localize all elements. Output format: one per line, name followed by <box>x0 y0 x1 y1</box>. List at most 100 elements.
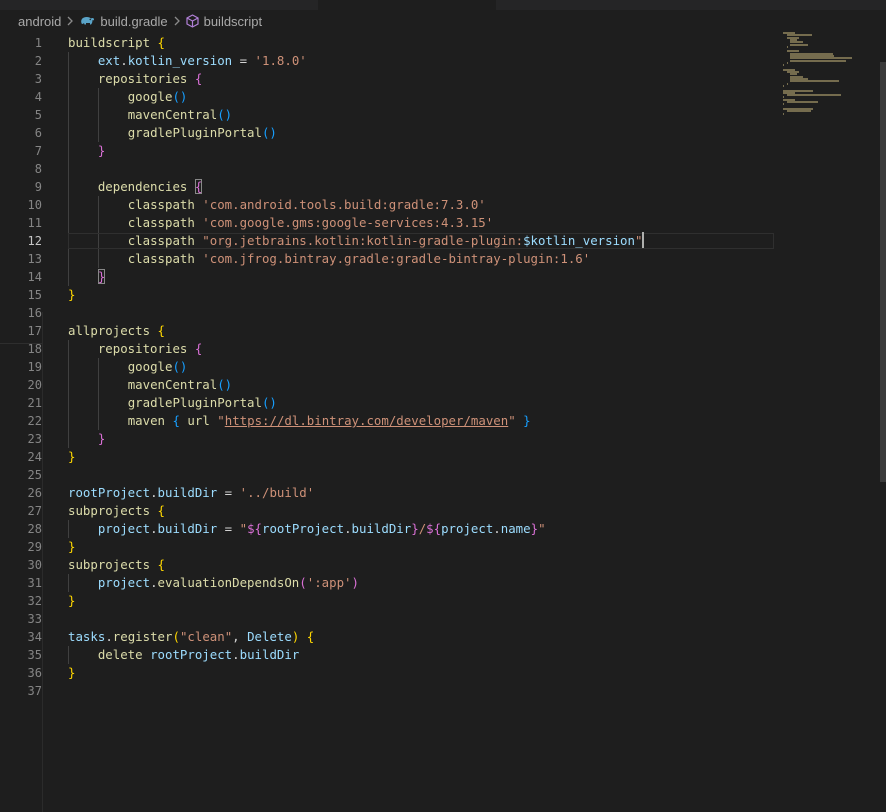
line-number[interactable]: 37 <box>0 682 42 700</box>
code-token: { <box>172 413 180 428</box>
code-line[interactable]: classpath 'com.jfrog.bintray.gradle:grad… <box>68 250 591 268</box>
line-number[interactable]: 15 <box>0 286 42 304</box>
code-token: = <box>232 53 255 68</box>
code-line[interactable]: } <box>68 448 75 466</box>
code-token: { <box>194 179 203 194</box>
line-number[interactable]: 6 <box>0 124 42 142</box>
line-number[interactable]: 19 <box>0 358 42 376</box>
code-token: $kotlin_version <box>523 233 635 248</box>
code-line[interactable]: } <box>68 268 106 286</box>
code-token: { <box>157 503 165 518</box>
code-line[interactable]: project.evaluationDependsOn(':app') <box>68 574 359 592</box>
code-token: classpath <box>127 233 195 248</box>
line-number[interactable]: 35 <box>0 646 42 664</box>
line-number[interactable]: 29 <box>0 538 42 556</box>
line-number[interactable]: 25 <box>0 466 42 484</box>
code-line[interactable]: tasks.register("clean", Delete) { <box>68 628 314 646</box>
line-number[interactable]: 7 <box>0 142 42 160</box>
code-line[interactable]: classpath 'com.google.gms:google-service… <box>68 214 494 232</box>
code-line[interactable]: } <box>68 430 105 448</box>
line-number[interactable]: 2 <box>0 52 42 70</box>
code-token: classpath <box>127 197 195 212</box>
code-line[interactable]: maven { url "https://dl.bintray.com/deve… <box>68 412 531 430</box>
code-token: ':app' <box>306 575 352 590</box>
code-token: . <box>150 485 158 500</box>
line-number[interactable]: 22 <box>0 412 42 430</box>
breadcrumb-folder-android[interactable]: android <box>18 14 61 29</box>
code-line[interactable]: rootProject.buildDir = '../build' <box>68 484 314 502</box>
code-line[interactable]: project.buildDir = "${rootProject.buildD… <box>68 520 546 538</box>
breadcrumb-file-build-gradle[interactable]: build.gradle <box>79 14 168 29</box>
line-number[interactable]: 26 <box>0 484 42 502</box>
code-token: maven <box>127 413 165 428</box>
code-line[interactable]: buildscript { <box>68 34 165 52</box>
line-number[interactable]: 13 <box>0 250 42 268</box>
code-line[interactable]: } <box>68 286 75 304</box>
code-line[interactable]: } <box>68 538 75 556</box>
code-line[interactable]: ext.kotlin_version = '1.8.0' <box>68 52 307 70</box>
line-number[interactable]: 8 <box>0 160 42 178</box>
code-line[interactable]: mavenCentral() <box>68 106 232 124</box>
line-number[interactable]: 31 <box>0 574 42 592</box>
line-number[interactable]: 24 <box>0 448 42 466</box>
code-line[interactable]: delete rootProject.buildDir <box>68 646 299 664</box>
code-token: " <box>634 233 643 248</box>
minimap-line <box>786 82 788 85</box>
line-number[interactable]: 9 <box>0 178 42 196</box>
code-line[interactable]: } <box>68 142 105 160</box>
line-number[interactable]: 30 <box>0 556 42 574</box>
line-number[interactable]: 34 <box>0 628 42 646</box>
code-line[interactable]: classpath 'com.android.tools.build:gradl… <box>68 196 486 214</box>
active-tab-edge[interactable] <box>318 0 496 10</box>
code-line[interactable]: gradlePluginPortal() <box>68 394 277 412</box>
code-line[interactable]: subprojects { <box>68 556 165 574</box>
line-number[interactable]: 11 <box>0 214 42 232</box>
line-number[interactable]: 10 <box>0 196 42 214</box>
line-number[interactable]: 32 <box>0 592 42 610</box>
scrollbar-thumb[interactable] <box>880 62 886 482</box>
code-line[interactable]: allprojects { <box>68 322 165 340</box>
code-line[interactable]: dependencies { <box>68 178 203 196</box>
line-number[interactable]: 16 <box>0 304 42 322</box>
line-number[interactable]: 14 <box>0 268 42 286</box>
line-number[interactable]: 4 <box>0 88 42 106</box>
code-line[interactable]: gradlePluginPortal() <box>68 124 277 142</box>
code-token: { <box>194 71 203 86</box>
line-number[interactable]: 33 <box>0 610 42 628</box>
code-token: buildDir <box>157 521 218 536</box>
code-line[interactable]: repositories { <box>68 340 202 358</box>
code-token: project <box>441 521 494 536</box>
line-number[interactable]: 28 <box>0 520 42 538</box>
code-line[interactable]: mavenCentral() <box>68 376 232 394</box>
code-line[interactable]: classpath "org.jetbrains.kotlin:kotlin-g… <box>68 232 645 250</box>
line-number[interactable]: 20 <box>0 376 42 394</box>
line-number[interactable]: 36 <box>0 664 42 682</box>
minimap[interactable] <box>780 32 876 152</box>
line-number-gutter[interactable]: 1 2 3 4 5 6 7 8 9 10 11 12 13 14 15 16 17 18 19 20 21 22 23 24 2… <box>0 32 44 812</box>
code-line[interactable]: google() <box>68 358 188 376</box>
line-number[interactable]: 23 <box>0 430 42 448</box>
code-line[interactable]: repositories { <box>68 70 202 88</box>
line-number[interactable]: 18 <box>0 340 42 358</box>
code-editor[interactable]: 1 2 3 4 5 6 7 8 9 10 11 12 13 14 15 16 17 18 19 20 21 22 23 24 2… <box>0 32 886 812</box>
breadcrumb-symbol-buildscript[interactable]: buildscript <box>185 14 262 29</box>
code-token: buildDir <box>239 647 300 662</box>
line-number[interactable]: 5 <box>0 106 42 124</box>
line-number[interactable]: 3 <box>0 70 42 88</box>
code-token: delete <box>97 647 143 662</box>
code-line[interactable]: } <box>68 592 75 610</box>
code-line[interactable]: subprojects { <box>68 502 165 520</box>
line-number[interactable]: 21 <box>0 394 42 412</box>
code-line[interactable]: google() <box>68 88 188 106</box>
line-number[interactable]: 27 <box>0 502 42 520</box>
code-token: { <box>157 323 165 338</box>
code-line[interactable]: } <box>68 664 75 682</box>
line-number[interactable]: 1 <box>0 34 42 52</box>
code-token: " <box>538 521 546 536</box>
line-number[interactable]: 12 <box>0 232 42 250</box>
line-number[interactable]: 17 <box>0 322 42 340</box>
